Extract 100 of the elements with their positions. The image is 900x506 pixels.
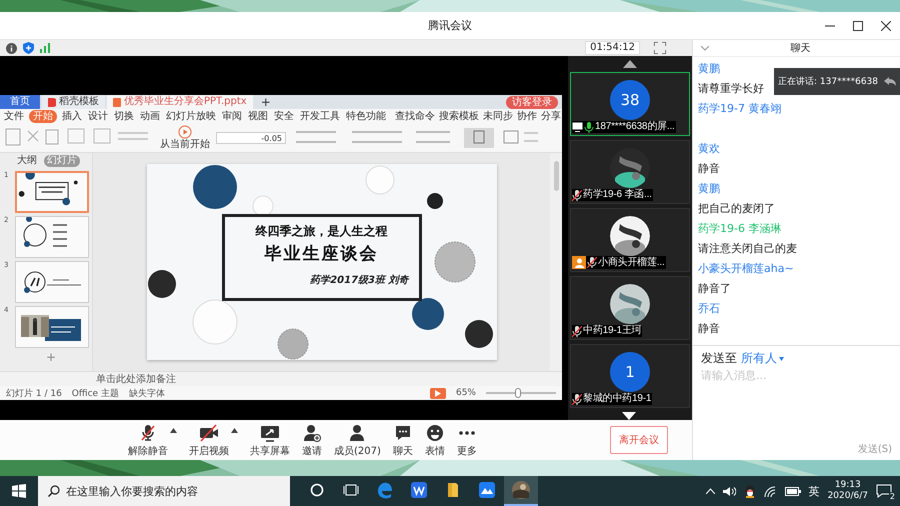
participant-tile[interactable]: 小商头开榴莲... — [570, 208, 690, 272]
slide-author: 药学2017级3班 刘奇 — [310, 273, 408, 287]
command-search[interactable]: 查找命令 — [395, 109, 435, 124]
meeting-timer: 01:54:12 — [585, 41, 640, 55]
participant-tile[interactable]: 1 黎城的中药19-1 — [570, 344, 690, 408]
wps-icon — [410, 481, 428, 499]
toolbar-button[interactable]: 表情 — [424, 422, 445, 458]
chevron-up-icon[interactable] — [706, 488, 715, 494]
document-icon — [113, 98, 121, 106]
panel-tab[interactable]: 大纲 — [14, 155, 40, 168]
toolbar-button[interactable]: 成员(207) — [334, 422, 381, 458]
message-text: 静音了 — [698, 281, 731, 297]
message-text: 请尊重学长好 — [698, 81, 764, 97]
menu-tab[interactable]: 开发工具 — [299, 110, 341, 123]
shield-icon[interactable] — [23, 42, 34, 54]
document-tab[interactable]: 稻壳模板 — [42, 95, 105, 109]
participant-tile[interactable]: 药学19-6 李函... — [570, 140, 690, 204]
play-button[interactable] — [430, 388, 446, 399]
send-to-label: 发送至 — [701, 350, 737, 367]
reply-icon[interactable] — [884, 77, 896, 86]
menu-tab[interactable]: 安全 — [273, 110, 295, 123]
window-title: 腾讯会议 — [428, 18, 472, 33]
close-icon[interactable] — [881, 21, 891, 31]
menu-tab[interactable]: 视图 — [247, 110, 269, 123]
collaborate-button[interactable]: 协作 — [517, 109, 537, 124]
panel-title: 聊天 — [790, 42, 810, 55]
notes-placeholder[interactable]: 单击此处添加备注 — [96, 372, 176, 386]
camera-off-icon — [198, 422, 220, 442]
fullscreen-icon[interactable] — [654, 42, 666, 54]
message-text: 静音 — [698, 161, 720, 177]
message-sender: 药学19-6 李涵琳 — [698, 221, 782, 237]
taskbar-app[interactable] — [504, 476, 538, 506]
participant-name: 黎城的中药19-1 — [583, 393, 652, 405]
sync-status[interactable]: 未同步 — [483, 109, 513, 124]
caret-icon[interactable] — [231, 428, 238, 433]
slide-thumbnail[interactable] — [15, 170, 89, 213]
windows-start-icon[interactable] — [12, 484, 26, 498]
scrollbar-thumb[interactable] — [554, 160, 558, 191]
speaker-icon[interactable] — [722, 486, 736, 496]
toolbar-button[interactable]: 开启视频 — [189, 422, 229, 458]
caret-icon[interactable] — [170, 428, 177, 433]
slide-title: 终四季之旅，是人生之程 — [256, 222, 388, 240]
slide-thumbnail[interactable] — [15, 260, 89, 303]
decorative-circle — [434, 241, 475, 282]
slide-heading: 毕业生座谈会 — [264, 242, 378, 265]
wifi-icon[interactable] — [764, 486, 777, 496]
toolbar-button[interactable]: 更多 — [456, 422, 477, 458]
maximize-icon[interactable] — [853, 21, 863, 31]
document-tab[interactable]: 优秀毕业生分享会PPT.pptx — [107, 95, 253, 109]
share-button[interactable]: 分享 — [541, 109, 561, 124]
menu-tab[interactable]: 审阅 — [221, 110, 243, 123]
more-icon — [458, 430, 476, 434]
login-button[interactable]: 访客登录 — [506, 96, 558, 108]
participant-tile[interactable]: 38 187****6638的屏... — [570, 72, 690, 136]
template-search[interactable]: 搜索模板 — [439, 109, 479, 124]
decorative-circle — [192, 164, 236, 209]
font-size-field[interactable]: -0.05 — [216, 132, 286, 144]
menu-tab[interactable]: 文件 — [3, 110, 25, 123]
message-text: 请注意关闭自己的麦 — [698, 241, 797, 257]
slide-thumbnail[interactable] — [15, 216, 89, 258]
search-field[interactable]: 在这里输入你要搜索的内容 — [38, 476, 290, 506]
play-icon — [434, 390, 441, 397]
play-from-current-button[interactable]: 从当前开始 — [160, 125, 210, 150]
recipient-dropdown[interactable]: 所有人 — [741, 350, 784, 367]
scroll-up-icon[interactable] — [623, 60, 637, 68]
slide-counter: 幻灯片 1 / 16 — [6, 388, 62, 400]
participant-tile[interactable]: 中药19-1王珂 — [570, 276, 690, 340]
message-text: 静音 — [698, 321, 720, 337]
new-tab-button[interactable]: + — [254, 95, 277, 109]
input-method[interactable]: 英 — [808, 484, 820, 498]
slide-thumbnail[interactable] — [15, 306, 89, 348]
message-sender: 黄鹏 — [698, 61, 720, 77]
decorative-circle — [426, 192, 442, 209]
notification-button[interactable]: 2 — [876, 483, 894, 499]
document-tab[interactable]: 首页 — [0, 95, 40, 109]
toolbar-button[interactable]: 共享屏幕 — [250, 422, 290, 458]
decorative-circle — [464, 320, 492, 348]
menu-tab[interactable]: 设计 — [87, 110, 109, 123]
menu-tab[interactable]: 切换 — [113, 110, 135, 123]
battery-icon[interactable] — [784, 486, 801, 496]
leave-meeting-button[interactable]: 离开会议 — [610, 426, 668, 454]
menu-tab[interactable]: 动画 — [139, 110, 161, 123]
info-icon[interactable] — [6, 42, 17, 54]
message-input[interactable]: 请输入消息... — [701, 369, 892, 382]
caret-icon[interactable] — [779, 356, 784, 360]
penguin-icon[interactable] — [744, 484, 756, 498]
zoom-level: 65% — [456, 388, 476, 398]
menu-tab[interactable]: 特色功能 — [345, 110, 387, 123]
play-icon — [178, 125, 192, 140]
clock[interactable]: 19:13 2020/6/7 — [828, 480, 868, 502]
toolbar-button[interactable]: 解除静音 — [128, 422, 168, 458]
menu-tab[interactable]: 插入 — [61, 110, 83, 123]
menu-tab[interactable]: 幻灯片放映 — [165, 110, 217, 123]
toolbar-button[interactable]: 邀请 — [302, 422, 322, 458]
chevron-down-icon[interactable] — [701, 46, 709, 50]
missing-fonts-button[interactable]: 缺失字体 — [128, 386, 165, 400]
add-person-icon — [302, 422, 322, 442]
toolbar-button[interactable]: 聊天 — [392, 422, 413, 458]
slider-thumb[interactable] — [514, 388, 520, 398]
search-icon — [48, 485, 60, 497]
